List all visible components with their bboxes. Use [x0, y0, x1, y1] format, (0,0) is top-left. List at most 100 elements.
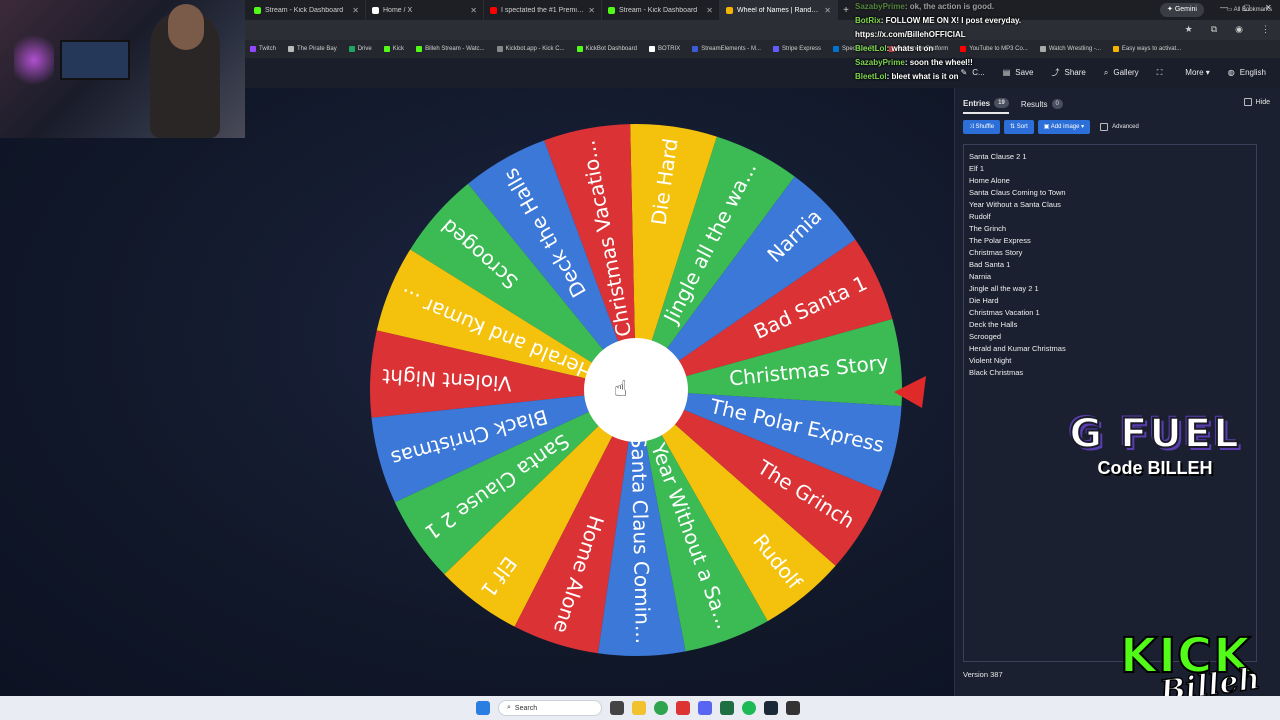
- bookmark-item[interactable]: The Pirate Bay: [288, 46, 337, 52]
- bookmark-item[interactable]: Stripe Express: [772, 46, 821, 52]
- tab-close-icon[interactable]: ✕: [588, 6, 595, 15]
- chat-text: : whats it on: [886, 44, 934, 53]
- entry-line: Elf 1: [969, 164, 985, 173]
- tab-title: Home / X: [383, 6, 413, 14]
- bookmark-label: KickBot Dashboard: [585, 46, 637, 52]
- bookmark-item[interactable]: StreamElements - M...: [692, 46, 761, 52]
- header-action-fullscreen[interactable]: ⛶: [1157, 67, 1163, 78]
- tab-close-icon[interactable]: ✕: [824, 6, 831, 15]
- all-bookmarks[interactable]: ▭ All Bookmarks: [1227, 6, 1272, 13]
- chat-text: : FOLLOW ME ON X! I post everyday.: [880, 16, 1022, 25]
- browser-tab[interactable]: Stream - Kick Dashboard ✕: [248, 0, 366, 20]
- taskbar-search-label: Search: [514, 704, 538, 712]
- browser-tab[interactable]: Stream - Kick Dashboard ✕: [602, 0, 720, 20]
- tab-favicon-icon: [608, 6, 615, 14]
- count-badge: 19: [994, 98, 1009, 108]
- tab-close-icon[interactable]: ✕: [706, 6, 713, 15]
- tab-favicon-icon: [372, 6, 379, 14]
- start-icon[interactable]: [476, 701, 490, 715]
- bookmark-item[interactable]: Kickbot.app - Kick C...: [496, 46, 565, 52]
- chat-username: BleetLol: [855, 72, 887, 81]
- menu-icon[interactable]: ⋮: [1261, 24, 1270, 35]
- chat-username: BotRix: [855, 16, 881, 25]
- all-bookmarks-label: All Bookmarks: [1233, 7, 1272, 13]
- chat-message: BleetLol: whats it on: [855, 42, 1155, 56]
- bookmark-label: Kick: [392, 46, 405, 52]
- advanced-toggle[interactable]: Advanced: [1100, 123, 1139, 131]
- discord-icon[interactable]: [698, 701, 712, 715]
- shuffle-button[interactable]: ⤨ Shuffle: [963, 120, 1001, 134]
- spotify-icon[interactable]: [742, 701, 756, 715]
- gemini-label: Gemini: [1174, 6, 1197, 13]
- entry-line: Deck the Halls: [969, 320, 1018, 329]
- entry-line: Narnia: [969, 272, 992, 281]
- new-tab-button[interactable]: +: [838, 5, 854, 16]
- task-view-icon[interactable]: [610, 701, 624, 715]
- wheel-of-names[interactable]: Bad Santa 1NarniaJingle all the wa...Die…: [368, 120, 904, 660]
- webcam-overlay: [0, 0, 245, 138]
- chat-username: SazabyPrime: [855, 2, 905, 11]
- version-label: Version 387: [963, 670, 1003, 679]
- hide-toggle[interactable]: Hide: [1243, 98, 1270, 106]
- entries-textarea[interactable]: Santa Clause 2 1 Elf 1 Home Alone Santa Cla…: [963, 144, 1257, 662]
- browser-tab[interactable]: Wheel of Names | Random ✕: [720, 0, 838, 20]
- chrome-icon[interactable]: [654, 701, 668, 715]
- bookmark-item[interactable]: Twitch: [250, 46, 276, 52]
- bookmark-label: Kickbot.app - Kick C...: [505, 46, 565, 52]
- hide-checkbox[interactable]: [1243, 98, 1252, 106]
- chat-message: BotRix: FOLLOW ME ON X! I post everyday.: [855, 14, 1155, 28]
- bookmark-item[interactable]: KickBot Dashboard: [576, 46, 637, 52]
- shuffle-label: Shuffle: [975, 124, 995, 130]
- chat-overlay: SazabyPrime: ok, the action is good. BotR…: [855, 0, 1155, 84]
- app-icon[interactable]: [676, 701, 690, 715]
- taskbar-search[interactable]: ⌕ Search: [498, 700, 602, 716]
- bookmark-item[interactable]: Drive: [348, 46, 372, 52]
- entry-line: Bad Santa 1: [969, 260, 1011, 269]
- tab-results[interactable]: Results 0: [1021, 98, 1063, 114]
- entry-line: Christmas Vacation 1: [969, 308, 1040, 317]
- bookmark-item[interactable]: BOTRIX: [648, 46, 680, 52]
- excel-icon[interactable]: [720, 701, 734, 715]
- tab-favicon-icon: [726, 6, 733, 14]
- chat-text: : ok, the action is good.: [904, 2, 995, 11]
- header-action-globe[interactable]: ◍ English: [1228, 67, 1266, 78]
- star-icon[interactable]: ★: [1185, 24, 1193, 35]
- bookmark-label: Twitch: [259, 46, 277, 52]
- extensions-icon[interactable]: ⧉: [1211, 24, 1217, 35]
- chat-message: SazabyPrime: soon the wheel!!: [855, 56, 1155, 70]
- sort-button[interactable]: ⇅ Sort: [1004, 120, 1034, 134]
- count-badge: 0: [1051, 99, 1063, 109]
- tab-close-icon[interactable]: ✕: [470, 6, 477, 15]
- add-image-button[interactable]: ▣ Add image ▾: [1037, 120, 1091, 134]
- bookmark-label: The Pirate Bay: [297, 46, 337, 52]
- wheel-slice-label: Santa Claus Comin...: [627, 435, 656, 644]
- advanced-checkbox[interactable]: [1100, 123, 1109, 131]
- gemini-button[interactable]: ✦ Gemini: [1160, 3, 1204, 17]
- bookmark-favicon-icon: [576, 46, 583, 52]
- header-action-more[interactable]: More ▾: [1180, 67, 1209, 78]
- sort-label: Sort: [1016, 124, 1028, 130]
- tab-entries[interactable]: Entries 19: [963, 98, 1009, 114]
- obs-icon[interactable]: [786, 701, 800, 715]
- bookmark-item[interactable]: Billeh Stream - Watc...: [416, 46, 485, 52]
- wheel-center-button[interactable]: [584, 338, 688, 442]
- browser-tab[interactable]: Home / X ✕: [366, 0, 484, 20]
- add-image-label: Add image: [1050, 124, 1080, 130]
- steam-icon[interactable]: [764, 701, 778, 715]
- tab-title: Stream - Kick Dashboard: [619, 6, 698, 14]
- bookmark-favicon-icon: [648, 46, 655, 52]
- file-explorer-icon[interactable]: [632, 701, 646, 715]
- bookmark-label: StreamElements - M...: [701, 46, 761, 52]
- profile-icon[interactable]: ◉: [1235, 24, 1243, 35]
- chat-text: : bleet what is it on: [886, 72, 959, 81]
- browser-tab[interactable]: I spectated the #1 Premier Play ✕: [484, 0, 602, 20]
- bookmark-favicon-icon: [772, 46, 779, 52]
- entry-line: Christmas Story: [969, 248, 1023, 257]
- bookmark-favicon-icon: [692, 46, 699, 52]
- tab-close-icon[interactable]: ✕: [352, 6, 359, 15]
- header-action-label: English: [1239, 68, 1266, 77]
- bookmark-label: Billeh Stream - Watc...: [425, 46, 485, 52]
- streamer-head: [168, 4, 204, 50]
- bookmark-item[interactable]: Kick: [383, 46, 405, 52]
- entry-line: The Grinch: [969, 224, 1007, 233]
